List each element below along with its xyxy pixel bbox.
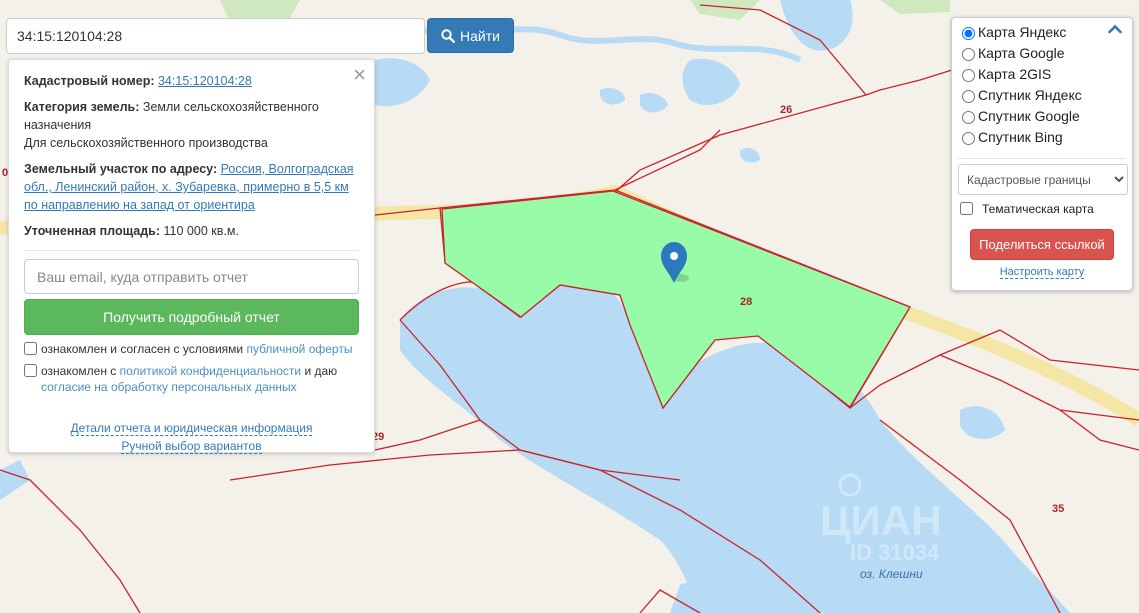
close-icon[interactable]: × <box>353 64 366 86</box>
search-button[interactable]: Найти <box>427 18 514 53</box>
map-type-label: Карта Яндекс <box>978 24 1067 40</box>
privacy-text-2: и даю <box>304 364 338 378</box>
parcel-label-26: 26 <box>780 104 792 116</box>
get-report-button[interactable]: Получить подробный отчет <box>24 299 359 335</box>
map-type-label: Спутник Bing <box>978 129 1063 145</box>
thematic-map-row: Тематическая карта <box>960 201 1132 217</box>
cadastral-number-link[interactable]: 34:15:120104:28 <box>158 74 252 88</box>
address-label: Земельный участок по адресу: <box>24 162 218 176</box>
cadastral-number-label: Кадастровый номер: <box>24 74 155 88</box>
watermark-id: ID 31034 <box>850 540 940 565</box>
layer-divider <box>958 158 1126 159</box>
map-layer-panel: Карта Яндекс Карта Google Карта 2GIS Спутни… <box>951 17 1133 291</box>
map-type-radio[interactable] <box>962 69 975 82</box>
lake-label: оз. Клешни <box>860 567 923 581</box>
layer-select[interactable]: Кадастровые границы <box>958 164 1128 195</box>
consent-link[interactable]: согласие на обработку персональных данны… <box>41 380 297 394</box>
map-type-radio[interactable] <box>962 111 975 124</box>
area-row: Уточненная площадь: 110 000 кв.м. <box>24 222 359 240</box>
land-category-row: Категория земель: Земли сельскохозяйстве… <box>24 98 359 152</box>
map-type-radio[interactable] <box>962 48 975 61</box>
privacy-agreement-row: ознакомлен с политикой конфиденциальност… <box>24 363 359 395</box>
area-value: 110 000 кв.м. <box>163 224 239 238</box>
map-type-label: Спутник Яндекс <box>978 87 1082 103</box>
report-details-link[interactable]: Детали отчета и юридическая информация <box>70 421 313 436</box>
map-type-radio[interactable] <box>962 27 975 40</box>
map-type-option[interactable]: Спутник Яндекс <box>962 86 1132 107</box>
land-category-label: Категория земель: <box>24 100 140 114</box>
watermark-text: ЦИАН <box>820 497 942 544</box>
offer-agreement-row: ознакомлен и согласен с условиями публич… <box>24 341 359 357</box>
parcel-label-28: 28 <box>740 296 752 308</box>
parcel-label-35: 35 <box>1052 503 1064 515</box>
map-type-label: Спутник Google <box>978 108 1080 124</box>
configure-map-row: Настроить карту <box>962 266 1132 279</box>
privacy-policy-link[interactable]: политикой конфиденциальности <box>120 364 301 378</box>
footer-links: Детали отчета и юридическая информация Р… <box>24 419 359 455</box>
map-type-options: Карта Яндекс Карта Google Карта 2GIS Спутни… <box>962 23 1132 149</box>
privacy-checkbox[interactable] <box>24 364 37 377</box>
email-input[interactable] <box>24 259 359 294</box>
parcel-info-panel: × Кадастровый номер: 34:15:120104:28 Кат… <box>8 59 375 455</box>
map-type-option[interactable]: Карта 2GIS <box>962 65 1132 86</box>
configure-map-link[interactable]: Настроить карту <box>999 266 1085 279</box>
map-type-option[interactable]: Карта Яндекс <box>962 23 1132 44</box>
map-type-option[interactable]: Карта Google <box>962 44 1132 65</box>
offer-text: ознакомлен и согласен с условиями <box>41 342 244 356</box>
map-type-radio[interactable] <box>962 132 975 145</box>
map-type-label: Карта Google <box>978 45 1065 61</box>
map-type-radio[interactable] <box>962 90 975 103</box>
address-row: Земельный участок по адресу: Россия, Вол… <box>24 160 359 214</box>
area-label: Уточненная площадь: <box>24 224 161 238</box>
map-type-option[interactable]: Спутник Google <box>962 107 1132 128</box>
divider <box>24 250 359 251</box>
manual-selection-link[interactable]: Ручной выбор вариантов <box>121 439 262 454</box>
map-type-label: Карта 2GIS <box>978 66 1052 82</box>
search-icon <box>441 28 456 43</box>
map-type-option[interactable]: Спутник Bing <box>962 128 1132 149</box>
thematic-map-checkbox[interactable] <box>960 202 973 215</box>
cadastral-search-input[interactable] <box>6 18 425 54</box>
land-usage-value: Для сельскохозяйственного производства <box>24 136 268 150</box>
share-link-button[interactable]: Поделиться ссылкой <box>970 229 1114 260</box>
thematic-map-label: Тематическая карта <box>982 202 1094 216</box>
offer-checkbox[interactable] <box>24 342 37 355</box>
public-offer-link[interactable]: публичной оферты <box>246 342 352 356</box>
search-button-label: Найти <box>460 27 500 44</box>
privacy-text: ознакомлен с <box>41 364 117 378</box>
cadastral-number-row: Кадастровый номер: 34:15:120104:28 <box>24 72 359 90</box>
